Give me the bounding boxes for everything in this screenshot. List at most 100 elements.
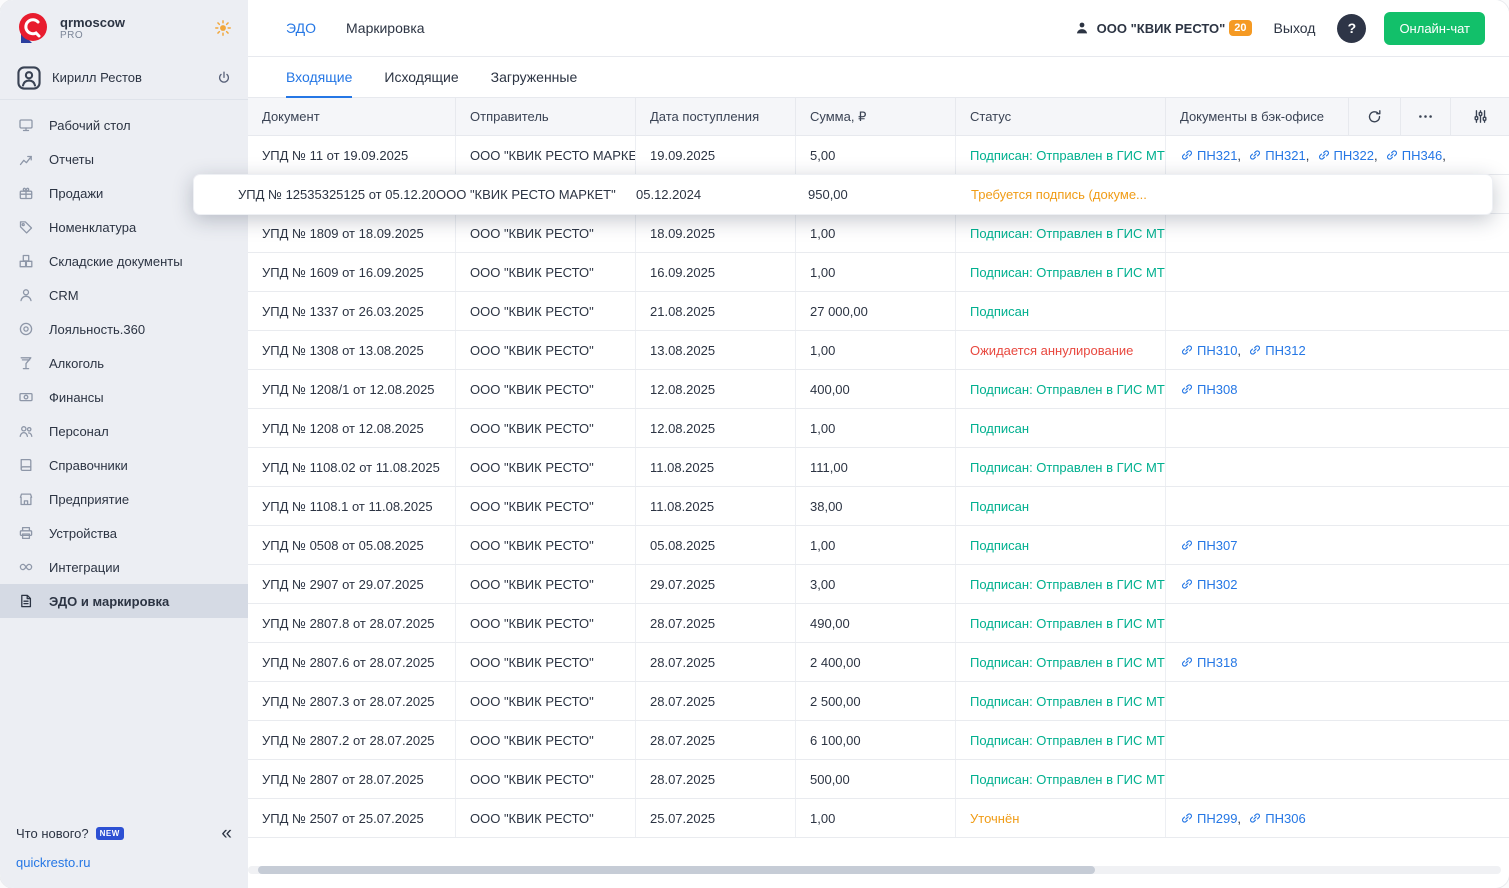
table-row[interactable]: УПД № 1208 от 12.08.2025 ООО "КВИК РЕСТО… (248, 409, 1509, 448)
logo-row: qrmoscow PRO (0, 0, 248, 56)
subtab-incoming[interactable]: Входящие (286, 57, 352, 97)
backoffice-doc-link[interactable]: ПН322 (1317, 148, 1374, 163)
table-row[interactable]: УПД № 1609 от 16.09.2025 ООО "КВИК РЕСТО… (248, 253, 1509, 292)
sidebar-item-alcohol[interactable]: Алкоголь (0, 346, 248, 380)
separator: , (1306, 148, 1317, 163)
site-link[interactable]: quickresto.ru (16, 855, 90, 870)
tab-edo[interactable]: ЭДО (286, 20, 316, 36)
backoffice-doc-link[interactable]: ПН346 (1385, 148, 1442, 163)
table-row[interactable]: УПД № 0508 от 05.08.2025 ООО "КВИК РЕСТО… (248, 526, 1509, 565)
tab-marking[interactable]: Маркировка (346, 20, 425, 36)
sidebar-item-reports[interactable]: Отчеты (0, 142, 248, 176)
table-row[interactable]: УПД № 1208/1 от 12.08.2025 ООО "КВИК РЕС… (248, 370, 1509, 409)
subtab-outgoing[interactable]: Исходящие (384, 57, 458, 97)
sidebar-item-references[interactable]: Справочники (0, 448, 248, 482)
cell-date: 28.07.2025 (635, 643, 795, 681)
table-row[interactable]: УПД № 1108.1 от 11.08.2025 ООО "КВИК РЕС… (248, 487, 1509, 526)
sidebar-item-crm[interactable]: CRM (0, 278, 248, 312)
table-row[interactable]: УПД № 2807 от 28.07.2025 ООО "КВИК РЕСТО… (248, 760, 1509, 799)
sidebar-item-finance[interactable]: Финансы (0, 380, 248, 414)
dragged-document-row[interactable]: УПД № 12535325125 от 05.12.2024 ООО "КВИ… (193, 174, 1493, 215)
subtab-uploaded[interactable]: Загруженные (491, 57, 578, 97)
whats-new-row: Что нового? NEW « (16, 824, 232, 843)
sidebar-item-loyalty[interactable]: Лояльность.360 (0, 312, 248, 346)
cell-backoffice-docs: ПН321, ПН321, ПН322, ПН346, (1165, 136, 1509, 174)
cell-sender: ООО "КВИК РЕСТО" (455, 682, 635, 720)
online-chat-button[interactable]: Онлайн-чат (1384, 12, 1485, 45)
sidebar-item-enterprise[interactable]: Предприятие (0, 482, 248, 516)
column-header[interactable]: Сумма, ₽ (795, 98, 955, 135)
sidebar-item-integrations[interactable]: Интеграции (0, 550, 248, 584)
sidebar-item-edo-marking[interactable]: ЭДО и маркировка (0, 584, 248, 618)
backoffice-doc-link[interactable]: ПН308 (1180, 382, 1237, 397)
refresh-button[interactable] (1348, 98, 1400, 135)
sidebar-item-nomenclature[interactable]: Номенклатура (0, 210, 248, 244)
cell-document: УПД № 2807.2 от 28.07.2025 (248, 721, 455, 759)
person-icon (1074, 20, 1090, 36)
company-name[interactable]: ООО "КВИК РЕСТО" (1097, 21, 1226, 36)
whats-new-link[interactable]: Что нового? (16, 826, 89, 841)
table-row[interactable]: УПД № 2807.6 от 28.07.2025 ООО "КВИК РЕС… (248, 643, 1509, 682)
cell-sender: ООО "КВИК РЕСТО" (455, 643, 635, 681)
backoffice-doc-link[interactable]: ПН302 (1180, 577, 1237, 592)
sidebar-item-staff[interactable]: Персонал (0, 414, 248, 448)
backoffice-doc-link[interactable]: ПН310 (1180, 343, 1237, 358)
cell-sender: ООО "КВИК РЕСТО МАРКЕТ" (436, 187, 636, 202)
cell-backoffice-docs (1165, 253, 1509, 291)
sidebar-item-devices[interactable]: Устройства (0, 516, 248, 550)
more-options-button[interactable] (1400, 98, 1450, 135)
sidebar-item-warehouse-docs[interactable]: Складские документы (0, 244, 248, 278)
backoffice-doc-link[interactable]: ПН306 (1248, 811, 1305, 826)
filter-settings-button[interactable] (1450, 98, 1509, 135)
cell-backoffice-docs (1165, 487, 1509, 525)
table-row[interactable]: УПД № 1308 от 13.08.2025 ООО "КВИК РЕСТО… (248, 331, 1509, 370)
cell-date: 12.08.2025 (635, 409, 795, 447)
column-header[interactable]: Статус (955, 98, 1165, 135)
backoffice-doc-link[interactable]: ПН321 (1248, 148, 1305, 163)
backoffice-doc-link[interactable]: ПН307 (1180, 538, 1237, 553)
logout-button[interactable]: Выход (1274, 20, 1316, 36)
cell-date: 29.07.2025 (635, 565, 795, 603)
horizontal-scrollbar-thumb[interactable] (258, 866, 1095, 874)
table-row[interactable]: УПД № 11 от 19.09.2025 ООО "КВИК РЕСТО М… (248, 136, 1509, 175)
cell-status: Подписан: Отправлен в ГИС МТ (955, 253, 1165, 291)
power-logout-icon[interactable] (216, 70, 232, 86)
cell-backoffice-docs: ПН318 (1165, 643, 1509, 681)
cell-backoffice-docs (1165, 292, 1509, 330)
backoffice-doc-link[interactable]: ПН318 (1180, 655, 1237, 670)
table-row[interactable]: УПД № 1108.02 от 11.08.2025 ООО "КВИК РЕ… (248, 448, 1509, 487)
sidebar-item-desktop[interactable]: Рабочий стол (0, 108, 248, 142)
nomenclature-icon (17, 219, 35, 235)
table-row[interactable]: УПД № 2507 от 25.07.2025 ООО "КВИК РЕСТО… (248, 799, 1509, 838)
table-row[interactable]: УПД № 2807.8 от 28.07.2025 ООО "КВИК РЕС… (248, 604, 1509, 643)
column-header[interactable]: Дата поступления (635, 98, 795, 135)
table-row[interactable]: УПД № 2807.3 от 28.07.2025 ООО "КВИК РЕС… (248, 682, 1509, 721)
cell-sum: 1,00 (795, 253, 955, 291)
backoffice-doc-link[interactable]: ПН312 (1248, 343, 1305, 358)
link-icon (1248, 148, 1262, 162)
table-row[interactable]: УПД № 2807.2 от 28.07.2025 ООО "КВИК РЕС… (248, 721, 1509, 760)
cell-backoffice-docs: ПН308 (1165, 370, 1509, 408)
horizontal-scrollbar-track[interactable] (248, 866, 1501, 874)
user-row[interactable]: Кирилл Рестов (0, 56, 248, 100)
backoffice-doc-link[interactable]: ПН321 (1180, 148, 1237, 163)
more-icon (1417, 108, 1434, 125)
separator: , (1237, 148, 1248, 163)
column-header[interactable]: Документы в бэк-офисе (1165, 98, 1348, 135)
theme-toggle-sun-icon[interactable] (214, 19, 232, 37)
cell-document: УПД № 1108.1 от 11.08.2025 (248, 487, 455, 525)
cell-date: 18.09.2025 (635, 214, 795, 252)
column-header[interactable]: Отправитель (455, 98, 635, 135)
table-row[interactable]: УПД № 1809 от 18.09.2025 ООО "КВИК РЕСТО… (248, 214, 1509, 253)
cell-sender: ООО "КВИК РЕСТО" (455, 214, 635, 252)
column-header[interactable]: Документ (248, 98, 455, 135)
backoffice-doc-link[interactable]: ПН299 (1180, 811, 1237, 826)
sidebar-item-label: Рабочий стол (49, 118, 131, 133)
cell-date: 12.08.2025 (635, 370, 795, 408)
table-row[interactable]: УПД № 1337 от 26.03.2025 ООО "КВИК РЕСТО… (248, 292, 1509, 331)
collapse-sidebar-button[interactable]: « (221, 824, 232, 843)
help-button[interactable]: ? (1337, 14, 1366, 43)
table-row[interactable]: УПД № 2907 от 29.07.2025 ООО "КВИК РЕСТО… (248, 565, 1509, 604)
cell-document: УПД № 1609 от 16.09.2025 (248, 253, 455, 291)
cell-sum: 490,00 (795, 604, 955, 642)
